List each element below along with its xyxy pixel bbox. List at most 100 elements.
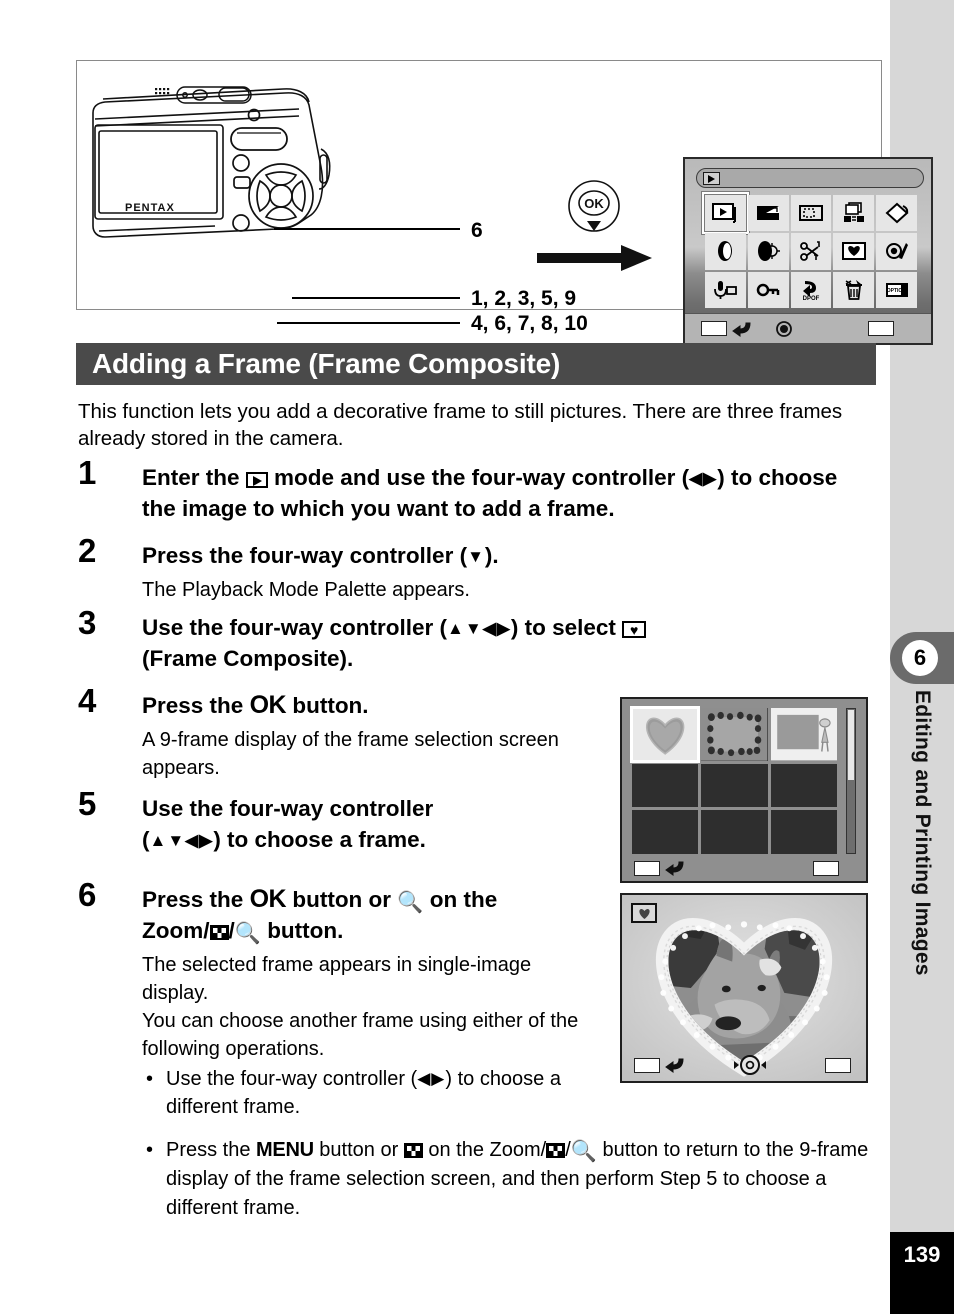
frame-thumbnail-floral[interactable]: [701, 708, 768, 761]
step-3-text-c: (Frame Composite).: [142, 646, 354, 671]
four-way-controller-icon: [734, 1055, 766, 1075]
magnify-icon: 🔍: [570, 1140, 597, 1163]
ok-dot-icon: [776, 320, 792, 337]
nine-frame-icon: [209, 925, 229, 940]
magnify-icon: 🔍: [397, 891, 424, 914]
step-3-text-b: ) to select: [510, 615, 616, 640]
four-way-arrows-icon: ▲▼◀▶: [149, 831, 214, 850]
scrollbar[interactable]: [846, 708, 856, 854]
step-6-text-f: button.: [267, 918, 344, 943]
palette-icon-voice-memo[interactable]: [705, 271, 746, 308]
palette-icon-slideshow[interactable]: [702, 191, 749, 235]
bullet-2-text-a: Press the: [166, 1139, 251, 1161]
leader-line-four-way-v: [277, 322, 460, 324]
left-right-arrow-icon: ◀▶: [417, 1069, 446, 1088]
magnify-icon: 🔍: [234, 922, 261, 945]
frame-thumbnail-empty-3[interactable]: [770, 763, 837, 808]
step-6-text-a: Press the: [142, 887, 244, 912]
playback-mode-palette-screen: DPOF OPTIO: [683, 157, 933, 345]
chapter-title-text: Editing and Printing Images: [911, 690, 934, 976]
step-6-bullets: Use the four-way controller (◀▶) to choo…: [142, 1065, 602, 1121]
palette-icon-digital-filter[interactable]: [705, 233, 746, 270]
step-1-heading: Enter the mode and use the four-way cont…: [142, 462, 872, 524]
bullet-2-text-b: button or: [319, 1139, 399, 1161]
step-5-text-b: (: [142, 827, 150, 852]
step-4-text-c: button.: [292, 693, 369, 718]
back-arrow-icon: [732, 322, 751, 337]
frame-composite-icon: [622, 621, 647, 638]
step-5-text-a: Use the four-way controller: [142, 796, 434, 821]
ok-button-label: OK: [249, 885, 287, 913]
step-1-number: 1: [78, 454, 97, 491]
step-6-text-d: on the: [429, 887, 498, 912]
frame-thumbnail-empty-1[interactable]: [632, 763, 699, 808]
frame-thumbnail-empty-2[interactable]: [701, 763, 768, 808]
step-6-text-e: Zoom/: [142, 918, 210, 943]
palette-icon-delete[interactable]: [833, 271, 875, 308]
section-title: Adding a Frame (Frame Composite): [76, 343, 876, 385]
step-5-heading: Use the four-way controller (▲▼◀▶) to ch…: [142, 793, 592, 855]
step-3-text-a: Use the four-way controller (: [142, 615, 448, 640]
frame-composite-badge: [631, 903, 657, 923]
callout-four-way-horizontal: 1, 2, 3, 5, 9: [471, 287, 577, 310]
left-right-arrow-icon: ◀▶: [689, 469, 718, 488]
frame-selection-screen: [620, 697, 868, 883]
step-3-heading: Use the four-way controller (▲▼◀▶) to se…: [142, 612, 872, 674]
leader-line-four-way-h: [292, 297, 460, 299]
palette-icon-image-copy[interactable]: [833, 195, 875, 232]
step-1-text-a: Enter the: [142, 465, 240, 490]
palette-icon-red-eye-compensation[interactable]: [876, 233, 917, 270]
callout-zoom-button: 6: [471, 219, 483, 242]
chapter-title: Editing and Printing Images: [890, 690, 954, 1090]
step-4-text-a: Press the: [142, 693, 244, 718]
palette-icon-brightness-filter[interactable]: [747, 233, 789, 270]
playback-mode-icon: [703, 172, 720, 185]
frame-thumbnail-character[interactable]: [770, 708, 837, 761]
leader-line-zoom: [274, 228, 460, 230]
frame-thumbnail-empty-5[interactable]: [701, 810, 768, 854]
svg-text:DPOF: DPOF: [803, 296, 820, 301]
step-2-description: The Playback Mode Palette appears.: [142, 579, 470, 601]
palette-icon-start-up-screen[interactable]: OPTIO: [876, 271, 917, 308]
callout-four-way-vertical: 4, 6, 7, 8, 10: [471, 312, 588, 335]
step-5-number: 5: [78, 785, 97, 822]
palette-top-bar: [696, 168, 924, 188]
bullet-1-text-a: Use the four-way controller (: [166, 1068, 418, 1090]
playback-mode-icon: [245, 472, 268, 488]
step-4-description: A 9-frame display of the frame selection…: [142, 729, 559, 779]
step-6-bullet-2: Press the MENU button or on the Zoom//🔍 …: [142, 1136, 872, 1223]
figure-box: PENTAX 6 1, 2, 3, 5, 9 4, 6, 7, 8, 10 OK: [76, 60, 933, 345]
green-button[interactable]: [634, 860, 660, 876]
step-4-heading: Press the OK button.: [142, 690, 592, 721]
step-2-text-c: ).: [484, 543, 499, 568]
palette-icon-cropping[interactable]: [790, 195, 832, 232]
palette-bottom-bar: [685, 313, 931, 343]
menu-button-label: MENU: [256, 1139, 314, 1161]
four-way-arrows-icon: ▲▼◀▶: [447, 619, 511, 638]
green-button[interactable]: [634, 1057, 660, 1073]
palette-icon-protect[interactable]: [747, 271, 789, 308]
nine-frame-icon: [403, 1143, 423, 1158]
single-image-display-screen: [620, 893, 868, 1083]
down-arrow-icon: ▼: [467, 547, 485, 566]
step-6-heading: Press the OK button or 🔍 on the Zoom//🔍 …: [142, 885, 498, 945]
palette-icon-movie-edit[interactable]: [790, 233, 832, 270]
step-6-description-2: You can choose another frame using eithe…: [142, 1010, 579, 1060]
palette-green-button[interactable]: [701, 321, 727, 336]
svg-text:OK: OK: [584, 196, 604, 211]
step-5-text-c: ) to choose a frame.: [213, 827, 426, 852]
scrollbar-thumb[interactable]: [848, 710, 854, 780]
ok-button[interactable]: [813, 860, 839, 876]
ok-button[interactable]: [825, 1057, 851, 1073]
palette-icon-image-rotation[interactable]: [876, 195, 917, 232]
frame-thumbnail-empty-6[interactable]: [770, 810, 837, 854]
palette-menu-button[interactable]: [868, 321, 894, 336]
palette-icon-dpof[interactable]: DPOF: [790, 271, 832, 308]
step-2-text-a: Press the four-way controller (: [142, 543, 468, 568]
palette-icon-frame-composite[interactable]: [833, 233, 875, 270]
bullet-2-text-c: on the Zoom/: [428, 1139, 547, 1161]
frame-thumbnail-heart[interactable]: [629, 706, 701, 763]
frame-thumbnail-empty-4[interactable]: [632, 810, 699, 854]
palette-icon-resize[interactable]: [747, 195, 789, 232]
svg-text:OPTIO: OPTIO: [886, 288, 902, 294]
